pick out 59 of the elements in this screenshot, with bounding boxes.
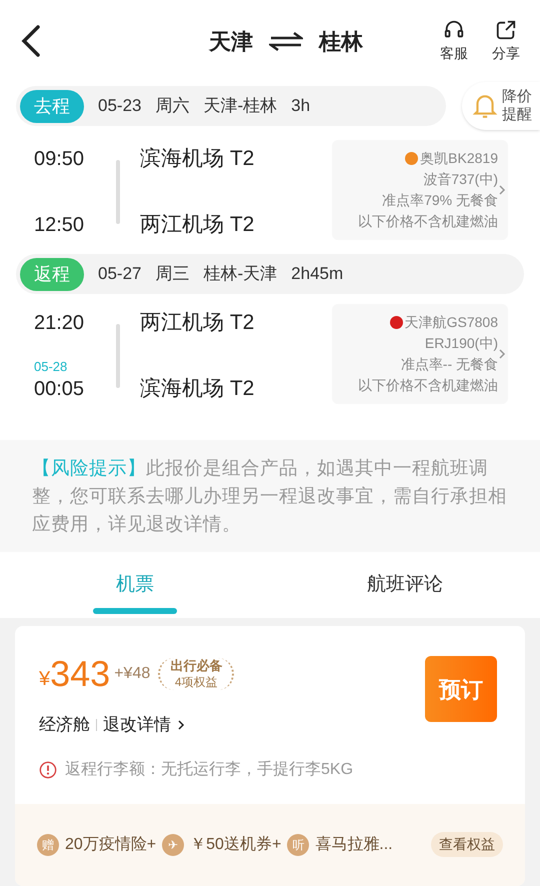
view-benefits-button[interactable]: 查看权益 (431, 832, 503, 858)
aircraft-type: 波音737(中) (423, 170, 498, 189)
trip-route: 天津-桂林 (203, 95, 278, 118)
back-icon[interactable] (20, 24, 42, 58)
benefit-text: 喜马拉雅... (315, 834, 393, 855)
price-alert-button[interactable]: 降价 提醒 (462, 82, 540, 130)
risk-notice: 【风险提示】此报价是组合产品，如遇其中一程航班调整，您可联系去哪儿办理另一程退改事宜，需自行承担相应费用，详见退改详情。 (0, 440, 540, 552)
alert-label: 提醒 (502, 106, 532, 124)
departure-airport: 滨海机场 T2 (140, 146, 256, 172)
header-action[interactable]: 分享 (492, 18, 520, 64)
aircraft-type: ERJ190(中) (424, 334, 498, 353)
punctuality-rate: 准点率-- 无餐食 (400, 355, 498, 374)
chevron-right-icon (498, 184, 506, 196)
chevron-right-icon (498, 348, 506, 360)
price-currency: ¥ (39, 667, 50, 692)
punctuality-rate: 准点率79% 无餐食 (382, 191, 498, 210)
flight-number: 天津航GS7808 (404, 313, 498, 332)
extra-price: +¥48 (114, 664, 150, 684)
bell-icon (472, 92, 498, 120)
flight-number: 奥凯BK2819 (420, 149, 498, 168)
origin-city: 天津 (209, 28, 253, 56)
trip-tag: 去程 (20, 90, 84, 122)
benefit-text: 20万疫情险+ (65, 834, 156, 855)
arrival-time: 12:50 (34, 213, 86, 238)
arrival-date: 05-28 (34, 360, 68, 374)
chevron-right-icon (177, 718, 185, 731)
arrival-airport: 滨海机场 T2 (140, 376, 256, 402)
share-icon (495, 18, 517, 40)
trip-tag: 返程 (20, 258, 84, 290)
alert-label: 降价 (502, 88, 532, 106)
departure-time: 21:20 (34, 311, 86, 336)
header-action[interactable]: 客服 (440, 18, 468, 64)
trip-duration: 3h (291, 95, 310, 118)
trip-date: 05-23 (98, 95, 142, 118)
benefit-icon: ✈ (162, 834, 184, 856)
price: 343 (50, 654, 110, 694)
cabin-class: 经济舱 (39, 714, 90, 736)
price-note: 以下价格不含机建燃油 (358, 376, 498, 395)
tab[interactable]: 航班评论 (270, 552, 540, 618)
trip-route: 桂林-天津 (203, 263, 278, 286)
round-trip-arrows-icon (269, 31, 303, 51)
headset-icon (443, 18, 465, 40)
trip-date: 05-27 (98, 263, 142, 286)
benefit-icon: 赠 (37, 834, 59, 856)
perk-badge: 出行必备 4项权益 (158, 658, 234, 690)
arrival-airport: 两江机场 T2 (140, 212, 256, 238)
trip-duration: 2h45m (291, 263, 344, 286)
price-note: 以下价格不含机建燃油 (358, 212, 498, 231)
destination-city: 桂林 (319, 28, 363, 56)
baggage-info: 返程行李额：无托运行李，手提行李5KG (65, 760, 354, 780)
arrival-time: 00:05 (34, 377, 86, 402)
benefit-icon: 听 (287, 834, 310, 856)
departure-airport: 两江机场 T2 (140, 310, 256, 336)
benefit-text: ￥50送机券+ (190, 834, 282, 855)
trip-weekday: 周三 (155, 263, 190, 286)
warning-icon (39, 760, 57, 778)
departure-time: 09:50 (34, 147, 86, 172)
refund-details-link[interactable]: 退改详情 (103, 712, 185, 738)
trip-weekday: 周六 (155, 95, 190, 118)
